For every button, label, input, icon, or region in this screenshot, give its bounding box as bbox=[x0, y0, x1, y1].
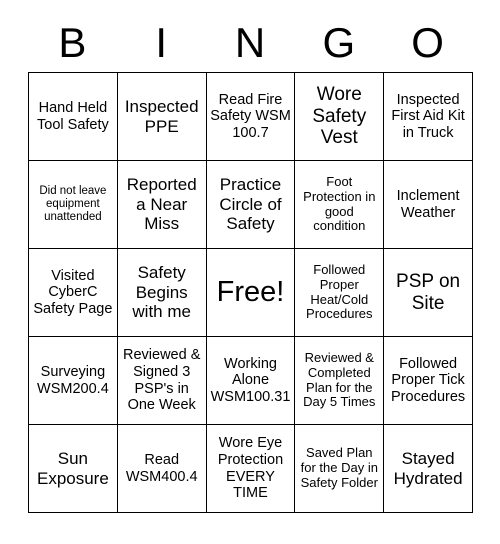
bingo-cell[interactable]: Did not leave equipment unattended bbox=[28, 160, 118, 249]
bingo-cell[interactable]: Read Fire Safety WSM 100.7 bbox=[205, 72, 296, 161]
bingo-row: Surveying WSM200.4 Reviewed & Signed 3 P… bbox=[28, 336, 473, 425]
bingo-cell[interactable]: Reviewed & Signed 3 PSP's in One Week bbox=[116, 336, 207, 425]
bingo-row: Did not leave equipment unattended Repor… bbox=[28, 160, 473, 249]
bingo-cell-label: Read WSM400.4 bbox=[125, 451, 198, 485]
bingo-cell[interactable]: Sun Exposure bbox=[28, 424, 118, 513]
bingo-cell[interactable]: PSP on Site bbox=[383, 248, 473, 337]
bingo-row: Visited CyberC Safety Page Safety Begins… bbox=[28, 248, 473, 337]
bingo-cell-label: Stayed Hydrated bbox=[393, 449, 463, 488]
bingo-cell[interactable]: Saved Plan for the Day in Safety Folder bbox=[294, 424, 385, 513]
bingo-cell[interactable]: Reported a Near Miss bbox=[116, 160, 207, 249]
bingo-row: Sun Exposure Read WSM400.4 Wore Eye Prot… bbox=[28, 424, 473, 513]
bingo-cell-label: Hand Held Tool Safety bbox=[37, 99, 109, 133]
bingo-cell-label: Foot Protection in good condition bbox=[303, 173, 376, 234]
bingo-cell[interactable]: Practice Circle of Safety bbox=[205, 160, 296, 249]
bingo-cell-label: Surveying WSM200.4 bbox=[37, 363, 109, 397]
bingo-cell-label: Working Alone WSM100.31 bbox=[210, 355, 291, 405]
bingo-cell[interactable]: Stayed Hydrated bbox=[383, 424, 473, 513]
bingo-cell[interactable]: Safety Begins with me bbox=[116, 248, 207, 337]
bingo-cell[interactable]: Wore Eye Protection EVERY TIME bbox=[205, 424, 296, 513]
bingo-grid: Hand Held Tool Safety Inspected PPE Read… bbox=[28, 72, 473, 513]
bingo-cell[interactable]: Working Alone WSM100.31 bbox=[205, 336, 296, 425]
bingo-free-label: Free! bbox=[216, 275, 285, 308]
bingo-cell-label: Practice Circle of Safety bbox=[219, 175, 282, 234]
bingo-cell-label: Did not leave equipment unattended bbox=[39, 184, 107, 224]
header-letter-o: O bbox=[411, 19, 444, 66]
bingo-cell-label: Inspected First Aid Kit in Truck bbox=[391, 91, 465, 141]
bingo-cell[interactable]: Wore Safety Vest bbox=[294, 72, 385, 161]
bingo-cell-label: Reported a Near Miss bbox=[126, 175, 197, 234]
header-letter-i: I bbox=[155, 19, 168, 66]
bingo-cell-label: Inclement Weather bbox=[396, 187, 460, 221]
bingo-cell[interactable]: Inspected First Aid Kit in Truck bbox=[383, 72, 473, 161]
bingo-cell[interactable]: Visited CyberC Safety Page bbox=[28, 248, 118, 337]
bingo-header: B I N G O bbox=[28, 14, 472, 72]
bingo-cell-label: Followed Proper Heat/Cold Procedures bbox=[306, 261, 373, 322]
bingo-cell-label: Read Fire Safety WSM 100.7 bbox=[210, 91, 291, 141]
bingo-cell[interactable]: Foot Protection in good condition bbox=[294, 160, 385, 249]
bingo-cell-label: Saved Plan for the Day in Safety Folder bbox=[300, 445, 378, 490]
bingo-cell-label: Wore Safety Vest bbox=[312, 84, 367, 149]
bingo-cell[interactable]: Inspected PPE bbox=[116, 72, 207, 161]
bingo-cell[interactable]: Followed Proper Tick Procedures bbox=[383, 336, 473, 425]
bingo-cell[interactable]: Read WSM400.4 bbox=[116, 424, 207, 513]
bingo-row: Hand Held Tool Safety Inspected PPE Read… bbox=[28, 72, 473, 161]
bingo-card: B I N G O Hand Held Tool Safety Inspecte… bbox=[28, 14, 473, 514]
bingo-cell[interactable]: Hand Held Tool Safety bbox=[28, 72, 118, 161]
bingo-cell[interactable]: Surveying WSM200.4 bbox=[28, 336, 118, 425]
bingo-cell-label: Reviewed & Signed 3 PSP's in One Week bbox=[123, 347, 201, 414]
bingo-cell-label: Sun Exposure bbox=[36, 449, 109, 488]
bingo-cell[interactable]: Followed Proper Heat/Cold Procedures bbox=[294, 248, 385, 337]
header-letter-g: G bbox=[322, 19, 356, 66]
header-letter-b: B bbox=[58, 19, 87, 66]
bingo-cell-label: Reviewed & Completed Plan for the Day 5 … bbox=[303, 349, 376, 410]
bingo-cell-label: Followed Proper Tick Procedures bbox=[391, 355, 466, 405]
bingo-cell-label: Inspected PPE bbox=[124, 97, 199, 136]
bingo-cell[interactable]: Inclement Weather bbox=[383, 160, 473, 249]
bingo-cell-label: Wore Eye Protection EVERY TIME bbox=[217, 435, 284, 502]
bingo-cell[interactable]: Reviewed & Completed Plan for the Day 5 … bbox=[294, 336, 385, 425]
bingo-free-cell[interactable]: Free! bbox=[205, 248, 296, 337]
bingo-cell-label: Safety Begins with me bbox=[132, 263, 191, 322]
header-letter-n: N bbox=[234, 19, 266, 66]
bingo-cell-label: Visited CyberC Safety Page bbox=[33, 267, 113, 317]
bingo-cell-label: PSP on Site bbox=[396, 270, 461, 314]
